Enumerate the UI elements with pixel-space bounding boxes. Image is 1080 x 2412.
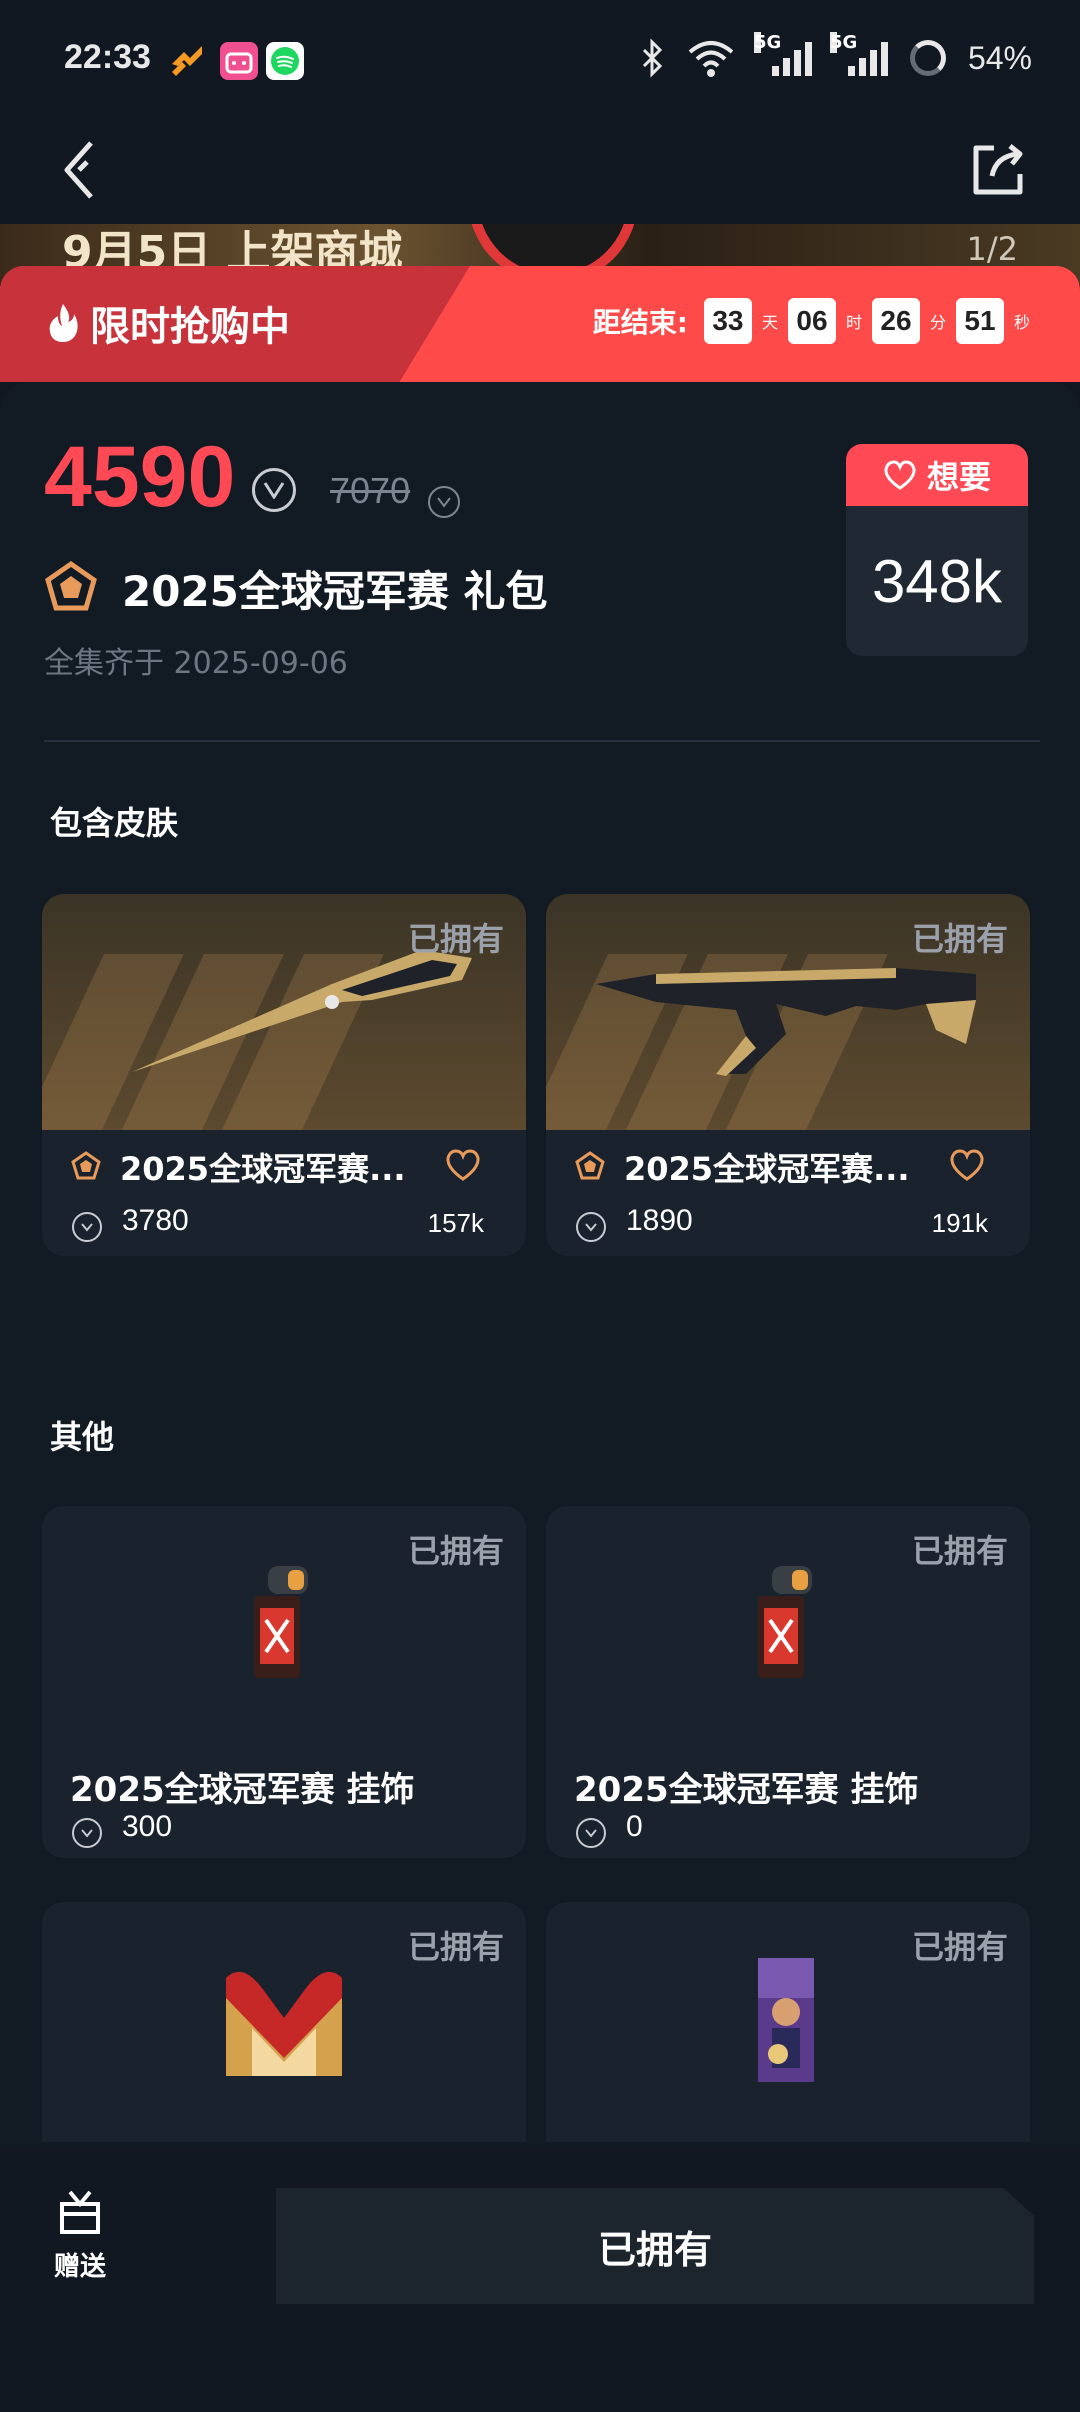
bundle-title: 2025全球冠军赛 礼包 bbox=[122, 567, 548, 616]
owned-tag: 已拥有 bbox=[911, 920, 1008, 958]
flash-sale-bar: 限时抢购中 距结束: 33 天 06 时 26 分 51 秒 bbox=[0, 266, 1080, 382]
flash-sale-title: 限时抢购中 bbox=[46, 294, 290, 352]
countdown-timer: 距结束: 33 天 06 时 26 分 51 秒 bbox=[593, 298, 1030, 344]
banner-page-indicator: 1/2 bbox=[966, 230, 1019, 268]
item-card[interactable]: 已拥有 bbox=[546, 1902, 1030, 2142]
back-arrow-icon bbox=[64, 141, 93, 199]
gift-label: 赠送 bbox=[53, 2252, 106, 2282]
countdown-seconds: 51 bbox=[955, 298, 1004, 344]
bilibili-icon bbox=[220, 42, 258, 80]
charm-image bbox=[254, 1566, 308, 1678]
vp-coin-icon bbox=[576, 1818, 606, 1848]
countdown-hours: 06 bbox=[787, 298, 836, 344]
want-button[interactable]: 想要 bbox=[846, 444, 1028, 506]
owned-button[interactable]: 已拥有 bbox=[276, 2188, 1034, 2304]
favorite-heart-icon[interactable] bbox=[444, 1148, 482, 1186]
status-time: 22:33 bbox=[64, 38, 151, 76]
signal-icon: 5G bbox=[753, 32, 812, 76]
original-price: 7070 bbox=[330, 470, 411, 511]
skin-name: 2025全球冠军赛... bbox=[120, 1150, 406, 1188]
favorite-heart-icon[interactable] bbox=[948, 1148, 986, 1186]
item-price: 0 bbox=[626, 1810, 643, 1843]
tier-icon bbox=[574, 1150, 606, 1186]
heart-icon bbox=[884, 460, 916, 490]
countdown-minutes: 26 bbox=[871, 298, 920, 344]
countdown-label: 距结束: bbox=[592, 306, 688, 339]
owned-tag: 已拥有 bbox=[407, 1928, 504, 1966]
countdown-minutes-unit: 分 bbox=[929, 313, 946, 332]
spotify-icon bbox=[266, 42, 304, 80]
status-bar: 22:33 5G 5G 54% bbox=[0, 0, 1080, 120]
charm-image bbox=[758, 1566, 812, 1678]
owned-tag: 已拥有 bbox=[407, 1532, 504, 1570]
item-card[interactable]: 已拥有 2025全球冠军赛 挂饰 300 bbox=[42, 1506, 526, 1858]
item-price: 300 bbox=[122, 1810, 173, 1843]
skin-info: 2025全球冠军赛... 1890 191k bbox=[546, 1130, 1030, 1256]
share-icon bbox=[973, 144, 1023, 195]
spray-image bbox=[226, 1971, 342, 2076]
signal-icon-2: 5G bbox=[829, 32, 888, 76]
tier-icon bbox=[70, 1150, 102, 1186]
share-button[interactable] bbox=[956, 128, 1040, 212]
item-card[interactable]: 已拥有 2025全球冠军赛 挂饰 0 bbox=[546, 1506, 1030, 1858]
skin-price: 3780 bbox=[122, 1204, 189, 1237]
item-card[interactable]: 已拥有 bbox=[42, 1902, 526, 2142]
countdown-seconds-unit: 秒 bbox=[1013, 313, 1030, 332]
gift-button[interactable]: 赠送 bbox=[40, 2188, 120, 2283]
item-name: 2025全球冠军赛 挂饰 bbox=[70, 1770, 415, 1810]
bluetooth-icon bbox=[642, 38, 663, 78]
divider bbox=[44, 740, 1040, 742]
want-count: 348k bbox=[871, 547, 1003, 615]
top-nav bbox=[0, 120, 1080, 224]
wishlist-box[interactable]: 想要 348k bbox=[846, 444, 1028, 656]
flame-icon bbox=[49, 304, 78, 342]
bundle-price: 4590 bbox=[44, 429, 236, 525]
player-card-image bbox=[758, 1958, 814, 2082]
vp-coin-icon bbox=[72, 1212, 102, 1242]
skin-price: 1890 bbox=[626, 1204, 693, 1237]
want-label: 想要 bbox=[926, 458, 991, 496]
countdown-days-unit: 天 bbox=[761, 313, 778, 332]
owned-tag: 已拥有 bbox=[911, 1928, 1008, 1966]
bundle-detail-card: 4590 7070 2025全球冠军赛 礼包 全集齐于 2025-09-06 想… bbox=[0, 382, 1080, 2182]
back-button[interactable] bbox=[40, 128, 124, 212]
vp-coin-icon bbox=[576, 1212, 606, 1242]
flash-sale-text: 限时抢购中 bbox=[90, 304, 290, 350]
battery-percent: 54% bbox=[967, 39, 1032, 76]
owned-tag: 已拥有 bbox=[407, 920, 504, 958]
gift-icon bbox=[60, 2190, 100, 2234]
vp-coin-icon bbox=[252, 468, 296, 512]
skin-name: 2025全球冠军赛... bbox=[624, 1150, 910, 1188]
skin-likes: 157k bbox=[427, 1208, 484, 1238]
countdown-hours-unit: 时 bbox=[845, 313, 862, 332]
bundle-date: 全集齐于 2025-09-06 bbox=[44, 646, 348, 681]
bottom-action-bar: 赠送 已拥有 bbox=[0, 2148, 1080, 2412]
vp-coin-icon bbox=[428, 486, 460, 518]
bundle-tier-icon bbox=[44, 560, 98, 618]
owned-tag: 已拥有 bbox=[911, 1532, 1008, 1570]
section-title-skins: 包含皮肤 bbox=[50, 804, 179, 842]
skin-info: 2025全球冠军赛... 3780 157k bbox=[42, 1130, 526, 1256]
vp-coin-icon bbox=[72, 1818, 102, 1848]
countdown-days: 33 bbox=[703, 298, 752, 344]
battery-icon bbox=[909, 40, 946, 76]
item-name: 2025全球冠军赛 挂饰 bbox=[574, 1770, 919, 1810]
status-icons: 5G 5G 54% bbox=[640, 32, 1032, 80]
section-title-others: 其他 bbox=[50, 1418, 115, 1456]
skin-card[interactable]: 已拥有 2025全球冠军赛... 1890 191k bbox=[546, 894, 1030, 1256]
skin-likes: 191k bbox=[931, 1208, 988, 1238]
wifi-icon bbox=[688, 41, 734, 77]
app-notification-icon bbox=[168, 42, 206, 80]
skin-card[interactable]: 已拥有 2025全球冠军赛... 3780 157k bbox=[42, 894, 526, 1256]
